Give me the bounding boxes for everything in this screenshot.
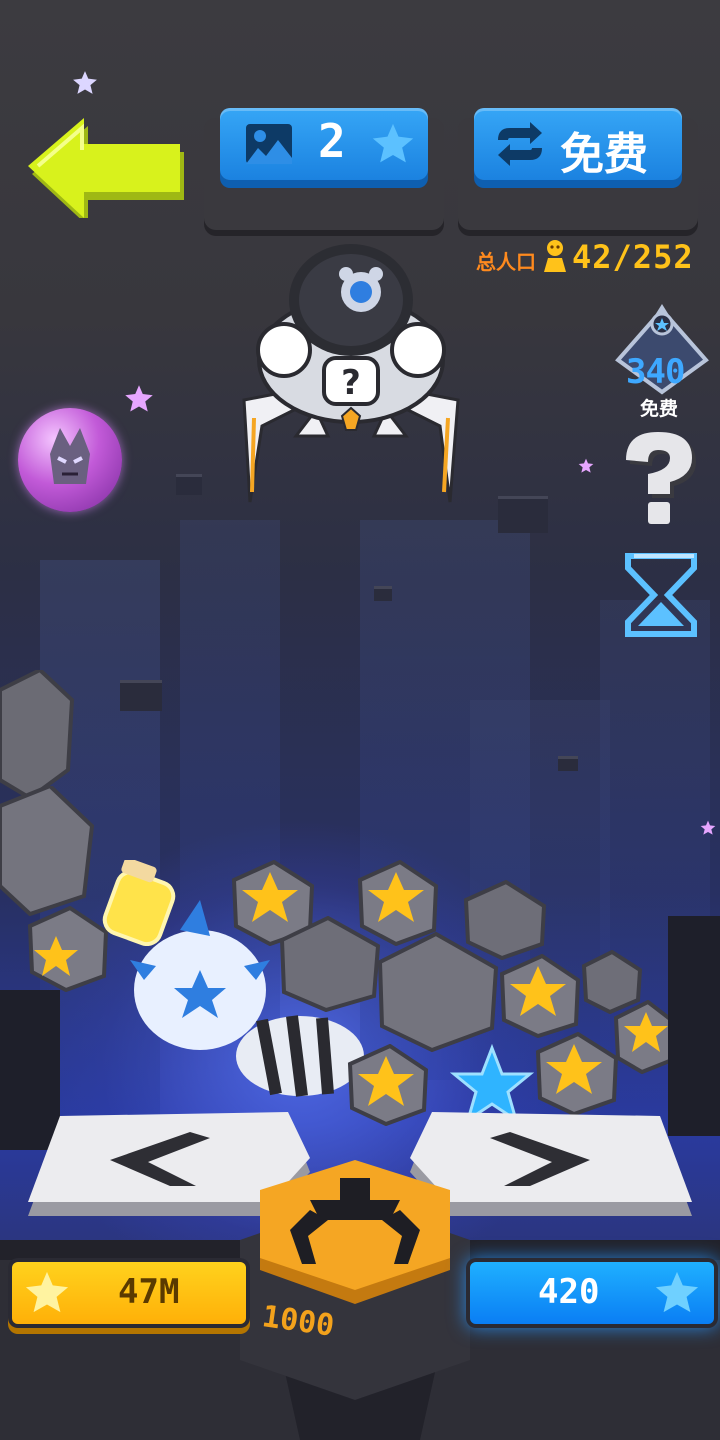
refresh-icon bbox=[498, 122, 542, 166]
star-rock-icon bbox=[499, 954, 581, 1038]
sparkle-star-icon bbox=[578, 458, 594, 473]
right-wall bbox=[668, 916, 720, 1136]
star-icon bbox=[25, 1271, 69, 1313]
asteroid-icon bbox=[377, 932, 499, 1052]
asteroid-icon bbox=[279, 916, 381, 1012]
star-rock-icon bbox=[535, 1032, 619, 1116]
badge-count: 340 bbox=[626, 352, 685, 392]
hourglass-icon[interactable] bbox=[620, 550, 702, 640]
landscape-icon bbox=[246, 124, 292, 164]
person-icon bbox=[544, 240, 566, 272]
star-value: 420 bbox=[538, 1272, 600, 1312]
badge-free-label: 免费 bbox=[640, 398, 679, 420]
population-value: 42/252 bbox=[572, 238, 694, 276]
claw-ship: ? bbox=[242, 244, 460, 503]
svg-text:?: ? bbox=[341, 363, 361, 403]
star-rock-icon bbox=[27, 906, 109, 992]
sparkle-star-icon bbox=[125, 385, 153, 412]
population-label: 总人口 bbox=[476, 250, 536, 274]
refresh-button[interactable]: 免费 bbox=[474, 108, 682, 180]
creature-face-icon bbox=[50, 428, 90, 484]
bg-block bbox=[498, 496, 548, 533]
stage-number: 2 bbox=[318, 114, 346, 168]
gold-counter: 47M bbox=[12, 1262, 246, 1324]
refresh-label: 免费 bbox=[560, 129, 648, 180]
gold-value: 47M bbox=[118, 1272, 180, 1312]
star-counter: 420 bbox=[470, 1262, 714, 1324]
star-icon bbox=[655, 1271, 699, 1313]
bg-block bbox=[176, 474, 202, 495]
purple-creature-orb-icon[interactable] bbox=[18, 408, 122, 512]
back-arrow-button[interactable] bbox=[28, 118, 186, 218]
prize-pile bbox=[0, 660, 720, 1126]
asteroid-icon bbox=[0, 786, 95, 916]
star-icon bbox=[372, 123, 414, 163]
sparkle-star-icon bbox=[73, 71, 97, 94]
asteroid-icon bbox=[0, 670, 75, 800]
question-mark-icon[interactable] bbox=[618, 432, 708, 530]
stage-button[interactable]: 2 bbox=[220, 108, 428, 180]
game-scene: 2 免费 总人口 42/252 ? 340 免费 1000 47M 420 bbox=[0, 0, 720, 1440]
claw-button[interactable] bbox=[240, 1160, 470, 1400]
bg-block bbox=[374, 586, 392, 601]
